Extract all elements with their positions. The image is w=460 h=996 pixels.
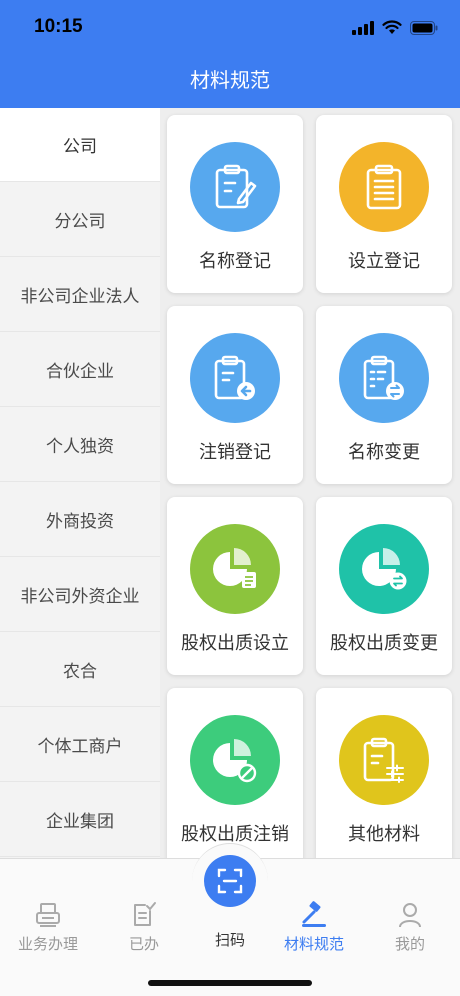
home-indicator xyxy=(148,980,312,986)
pie-chart-doc-icon xyxy=(190,524,280,614)
gavel-icon xyxy=(302,901,326,927)
pie-chart-cancel-icon xyxy=(190,715,280,805)
sidebar-item-foreign-investment[interactable]: 外商投资 xyxy=(0,483,160,557)
tab-material-standards[interactable]: 材料规范 xyxy=(268,901,360,961)
card-label: 设立登记 xyxy=(348,251,420,272)
wifi-icon xyxy=(382,20,402,34)
card-label: 名称变更 xyxy=(348,442,420,463)
scan-icon xyxy=(217,868,243,894)
category-sidebar: 公司 分公司 非公司企业法人 合伙企业 个人独资 外商投资 非公司外资企业 农合… xyxy=(0,108,160,858)
card-name-change[interactable]: 名称变更 xyxy=(316,306,452,484)
tab-business[interactable]: 业务办理 xyxy=(2,901,94,961)
card-label: 注销登记 xyxy=(199,442,271,463)
sidebar-item-sole-proprietorship[interactable]: 个人独资 xyxy=(0,408,160,482)
bottom-tab-bar: 业务办理 已办 扫码 材料规范 我的 xyxy=(0,843,460,996)
material-grid: 名称登记 设立登记 注销登记 名称变更 股权出质设立 股权出质变更 股权出质注销… xyxy=(160,108,460,858)
signal-icon xyxy=(352,20,374,35)
card-other-materials[interactable]: 其他材料 xyxy=(316,688,452,858)
card-name-registration[interactable]: 名称登记 xyxy=(167,115,303,293)
status-bar: 10:15 xyxy=(0,0,460,54)
tab-label: 材料规范 xyxy=(283,935,344,953)
tab-label: 我的 xyxy=(394,935,425,953)
card-equity-pledge-cancellation[interactable]: 股权出质注销 xyxy=(167,688,303,858)
card-label: 股权出质变更 xyxy=(330,633,438,654)
clipboard-settings-icon xyxy=(339,715,429,805)
clipboard-edit-icon xyxy=(190,142,280,232)
tab-done[interactable]: 已办 xyxy=(98,901,190,961)
tab-mine[interactable]: 我的 xyxy=(364,901,456,961)
card-label: 股权出质注销 xyxy=(181,824,289,845)
done-list-icon xyxy=(134,902,156,926)
sidebar-item-non-company-foreign-enterprise[interactable]: 非公司外资企业 xyxy=(0,558,160,632)
sidebar-item-cooperative[interactable]: 农合 xyxy=(0,633,160,707)
page-title: 材料规范 xyxy=(190,68,270,92)
clipboard-undo-icon xyxy=(190,333,280,423)
status-time: 10:15 xyxy=(34,16,83,37)
sidebar-item-enterprise-group[interactable]: 企业集团 xyxy=(0,783,160,857)
scan-label[interactable]: 扫码 xyxy=(192,929,268,950)
user-icon xyxy=(399,903,421,928)
scan-button[interactable] xyxy=(204,855,256,907)
card-equity-pledge-change[interactable]: 股权出质变更 xyxy=(316,497,452,675)
card-label: 其他材料 xyxy=(348,824,420,845)
sidebar-item-non-company-legal-person[interactable]: 非公司企业法人 xyxy=(0,258,160,332)
card-label: 名称登记 xyxy=(199,251,271,272)
battery-icon xyxy=(410,20,438,35)
card-deregistration[interactable]: 注销登记 xyxy=(167,306,303,484)
tab-label: 已办 xyxy=(128,935,159,953)
sidebar-item-individual-business[interactable]: 个体工商户 xyxy=(0,708,160,782)
card-establishment-registration[interactable]: 设立登记 xyxy=(316,115,452,293)
header: 10:15 材料规范 xyxy=(0,0,460,108)
pie-chart-swap-icon xyxy=(339,524,429,614)
sidebar-item-partnership[interactable]: 合伙企业 xyxy=(0,333,160,407)
printer-icon xyxy=(36,903,60,927)
status-icons xyxy=(352,20,438,35)
clipboard-swap-icon xyxy=(339,333,429,423)
sidebar-item-company[interactable]: 公司 xyxy=(0,108,160,182)
card-label: 股权出质设立 xyxy=(181,633,289,654)
sidebar-item-branch[interactable]: 分公司 xyxy=(0,183,160,257)
tab-label: 业务办理 xyxy=(17,935,78,953)
card-equity-pledge-establishment[interactable]: 股权出质设立 xyxy=(167,497,303,675)
clipboard-list-icon xyxy=(339,142,429,232)
